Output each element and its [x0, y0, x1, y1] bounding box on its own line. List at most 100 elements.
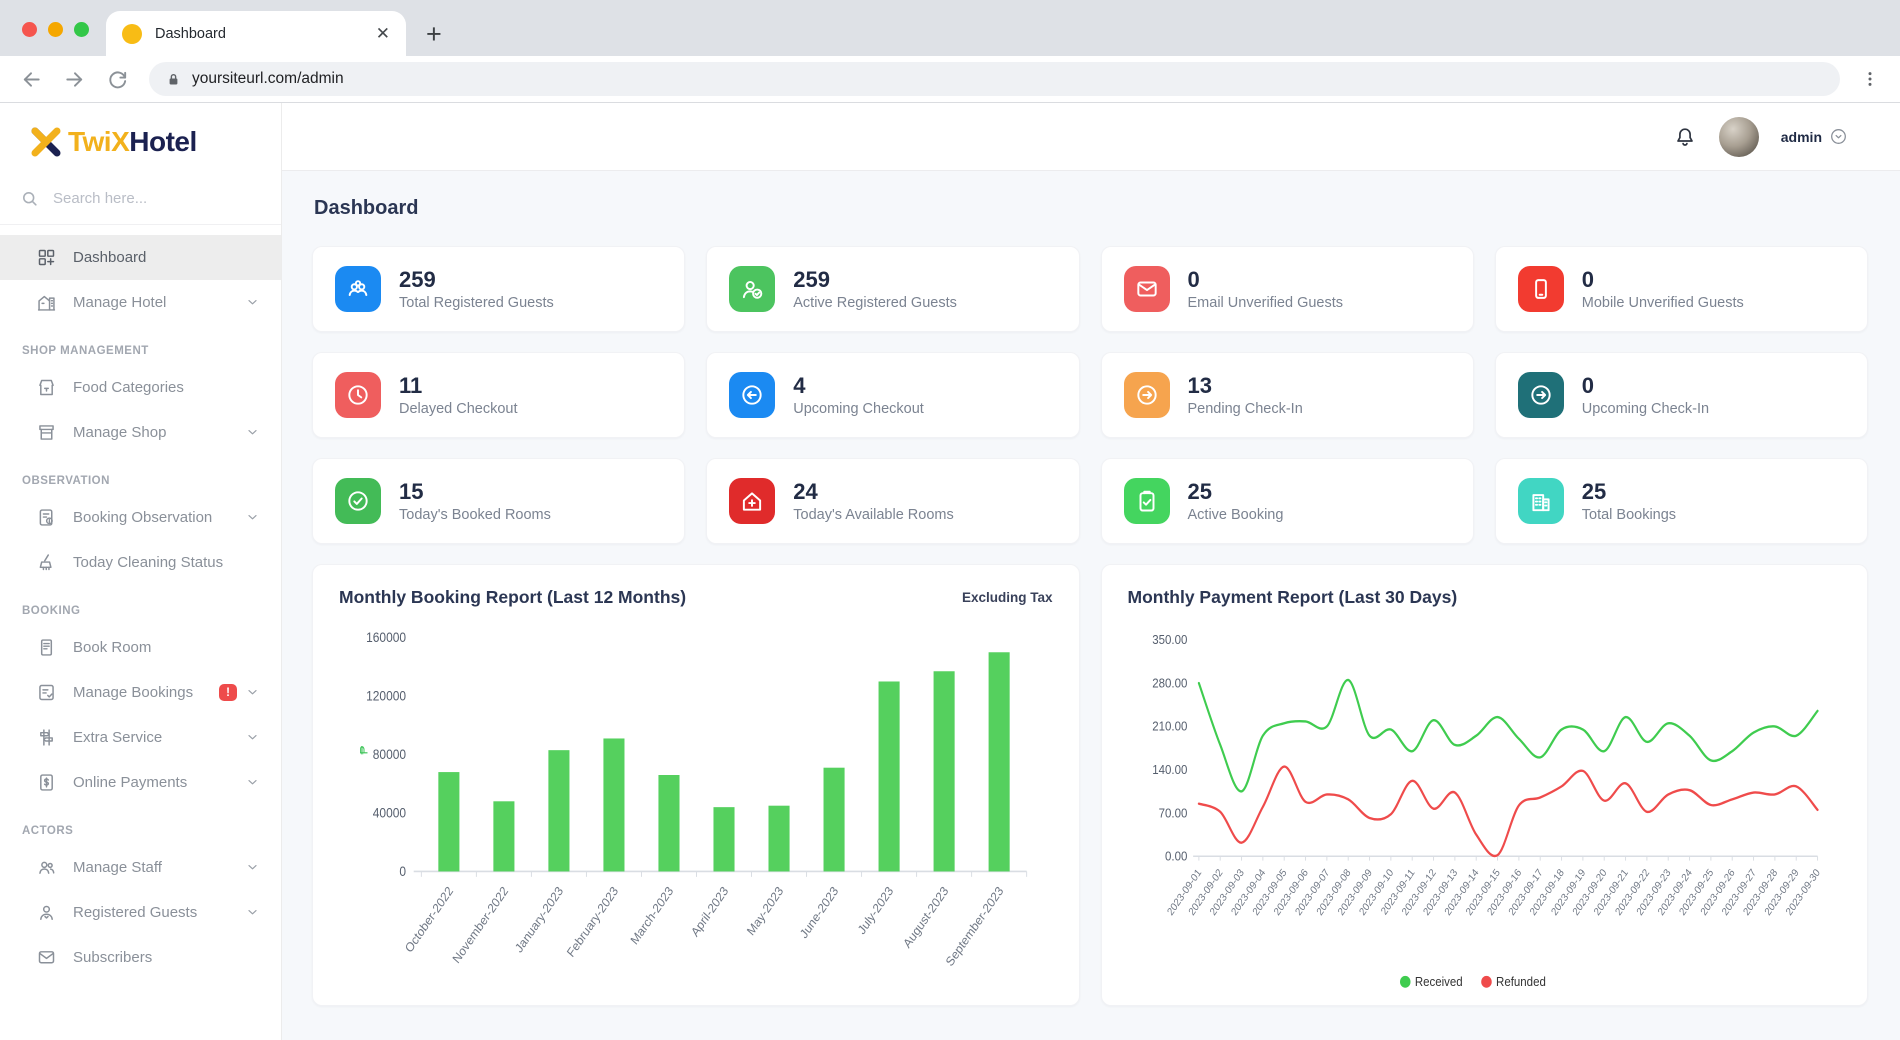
payment-chart-title: Monthly Payment Report (Last 30 Days): [1128, 587, 1458, 608]
forward-icon[interactable]: [63, 68, 86, 91]
chevron-down-circle-icon: [1829, 127, 1848, 146]
svg-text:June-2023: June-2023: [797, 884, 841, 942]
chevron-down-icon: [246, 906, 259, 919]
stat-label: Total Registered Guests: [399, 295, 554, 311]
top-header: admin: [282, 103, 1900, 171]
address-bar[interactable]: yoursiteurl.com/admin: [149, 62, 1840, 96]
tab-close-icon[interactable]: ✕: [376, 24, 390, 44]
stat-value: 15: [399, 479, 551, 504]
svg-text:120000: 120000: [366, 688, 406, 704]
grid-icon: [36, 247, 57, 268]
stat-card-today-s-available-rooms: 24Today's Available Rooms: [706, 458, 1079, 544]
svg-text:July-2023: July-2023: [855, 884, 896, 938]
user-menu[interactable]: admin: [1781, 127, 1848, 146]
sidebar-item-extra-service[interactable]: Extra Service: [0, 715, 281, 760]
sidebar-item-food-categories[interactable]: Food Categories: [0, 365, 281, 410]
maximize-window-button[interactable]: [74, 22, 89, 37]
stat-value: 0: [1188, 267, 1344, 292]
sidebar-item-book-room[interactable]: Book Room: [0, 625, 281, 670]
svg-text:40000: 40000: [373, 805, 406, 821]
svg-text:January-2023: January-2023: [512, 884, 566, 956]
arrow-right-circle-icon: [1518, 372, 1564, 418]
logo-x-icon: [28, 125, 64, 159]
stat-label: Upcoming Check-In: [1582, 401, 1709, 417]
sidebar-item-label: Manage Shop: [73, 424, 166, 441]
stat-card-active-registered-guests: 259Active Registered Guests: [706, 246, 1079, 332]
chevron-down-icon: [246, 426, 259, 439]
booking-chart-title: Monthly Booking Report (Last 12 Months): [339, 587, 686, 608]
sidebar-item-manage-staff[interactable]: Manage Staff: [0, 845, 281, 890]
svg-text:70.00: 70.00: [1158, 806, 1187, 821]
svg-text:280.00: 280.00: [1152, 676, 1187, 691]
chevron-down-icon: [246, 511, 259, 524]
sidebar-item-dashboard[interactable]: Dashboard: [0, 235, 281, 280]
close-window-button[interactable]: [22, 22, 37, 37]
sidebar-item-booking-observation[interactable]: Booking Observation: [0, 495, 281, 540]
doc-dollar-icon: [36, 772, 57, 793]
food-icon: [36, 377, 57, 398]
sidebar-item-label: Booking Observation: [73, 509, 212, 526]
user-avatar[interactable]: [1719, 117, 1759, 157]
sidebar-item-manage-shop[interactable]: Manage Shop: [0, 410, 281, 455]
stat-value: 11: [399, 373, 518, 398]
svg-text:Refunded: Refunded: [1496, 975, 1546, 990]
svg-text:October-2022: October-2022: [402, 884, 456, 956]
arrow-left-circle-icon: [729, 372, 775, 418]
svg-text:May-2023: May-2023: [744, 884, 786, 939]
stat-label: Mobile Unverified Guests: [1582, 295, 1744, 311]
chevron-down-icon: [246, 731, 259, 744]
sidebar-item-manage-hotel[interactable]: Manage Hotel: [0, 280, 281, 325]
svg-text:160000: 160000: [366, 629, 406, 645]
sidebar-item-subscribers[interactable]: Subscribers: [0, 935, 281, 980]
mail-icon: [36, 947, 57, 968]
sidebar-search: [0, 177, 281, 225]
sidebar-item-label: Manage Hotel: [73, 294, 166, 311]
logo-text-main: Hotel: [129, 126, 197, 157]
url-text: yoursiteurl.com/admin: [192, 70, 344, 88]
sidebar-item-online-payments[interactable]: Online Payments: [0, 760, 281, 805]
stat-card-total-registered-guests: 259 Total Registered Guests: [312, 246, 685, 332]
sidebar-item-label: Registered Guests: [73, 904, 197, 921]
reload-icon[interactable]: [106, 68, 129, 91]
user-name: admin: [1781, 129, 1822, 145]
sidebar-item-label: Book Room: [73, 639, 151, 656]
notifications-bell-icon[interactable]: [1673, 125, 1697, 149]
browser-menu-icon[interactable]: [1860, 69, 1880, 89]
search-icon: [20, 189, 39, 208]
book-room-icon: [36, 637, 57, 658]
user-check-icon: [729, 266, 775, 312]
stat-label: Active Registered Guests: [793, 295, 957, 311]
search-input[interactable]: [51, 189, 261, 208]
sidebar-item-manage-bookings[interactable]: Manage Bookings!: [0, 670, 281, 715]
envelope-icon: [1124, 266, 1170, 312]
phone-icon: [1518, 266, 1564, 312]
back-icon[interactable]: [20, 68, 43, 91]
hotel-icon: [36, 292, 57, 313]
svg-text:April-2023: April-2023: [688, 884, 731, 940]
stat-cards-grid: 259 Total Registered Guests 259Active Regi…: [312, 246, 1868, 544]
browser-tab[interactable]: Dashboard ✕: [106, 11, 406, 56]
stat-card-today-s-booked-rooms: 15Today's Booked Rooms: [312, 458, 685, 544]
home-plus-icon: [729, 478, 775, 524]
sidebar-section-booking: BOOKING: [0, 585, 281, 625]
clipboard-check-icon: [1124, 478, 1170, 524]
svg-text:0: 0: [399, 863, 406, 879]
stat-label: Email Unverified Guests: [1188, 295, 1344, 311]
stat-value: 259: [399, 267, 554, 292]
signpost-icon: [36, 727, 57, 748]
svg-text:September-2023: September-2023: [943, 884, 1006, 969]
staff-icon: [36, 857, 57, 878]
new-tab-button[interactable]: +: [426, 24, 442, 44]
booking-chart-note: Excluding Tax: [962, 590, 1053, 605]
payment-line-chart: 0.0070.00140.00210.00280.00350.002023-09…: [1128, 616, 1842, 997]
dashboard-content: Dashboard 259 Total Registered Guests 259A…: [282, 171, 1900, 1040]
svg-text:80000: 80000: [373, 746, 406, 762]
minimize-window-button[interactable]: [48, 22, 63, 37]
chevron-down-icon: [246, 861, 259, 874]
page-title: Dashboard: [314, 197, 1868, 220]
sidebar-item-today-cleaning-status[interactable]: Today Cleaning Status: [0, 540, 281, 585]
shop-icon: [36, 422, 57, 443]
clock-icon: [335, 372, 381, 418]
sidebar-item-registered-guests[interactable]: Registered Guests: [0, 890, 281, 935]
app-logo[interactable]: TwiXHotel: [0, 103, 281, 171]
